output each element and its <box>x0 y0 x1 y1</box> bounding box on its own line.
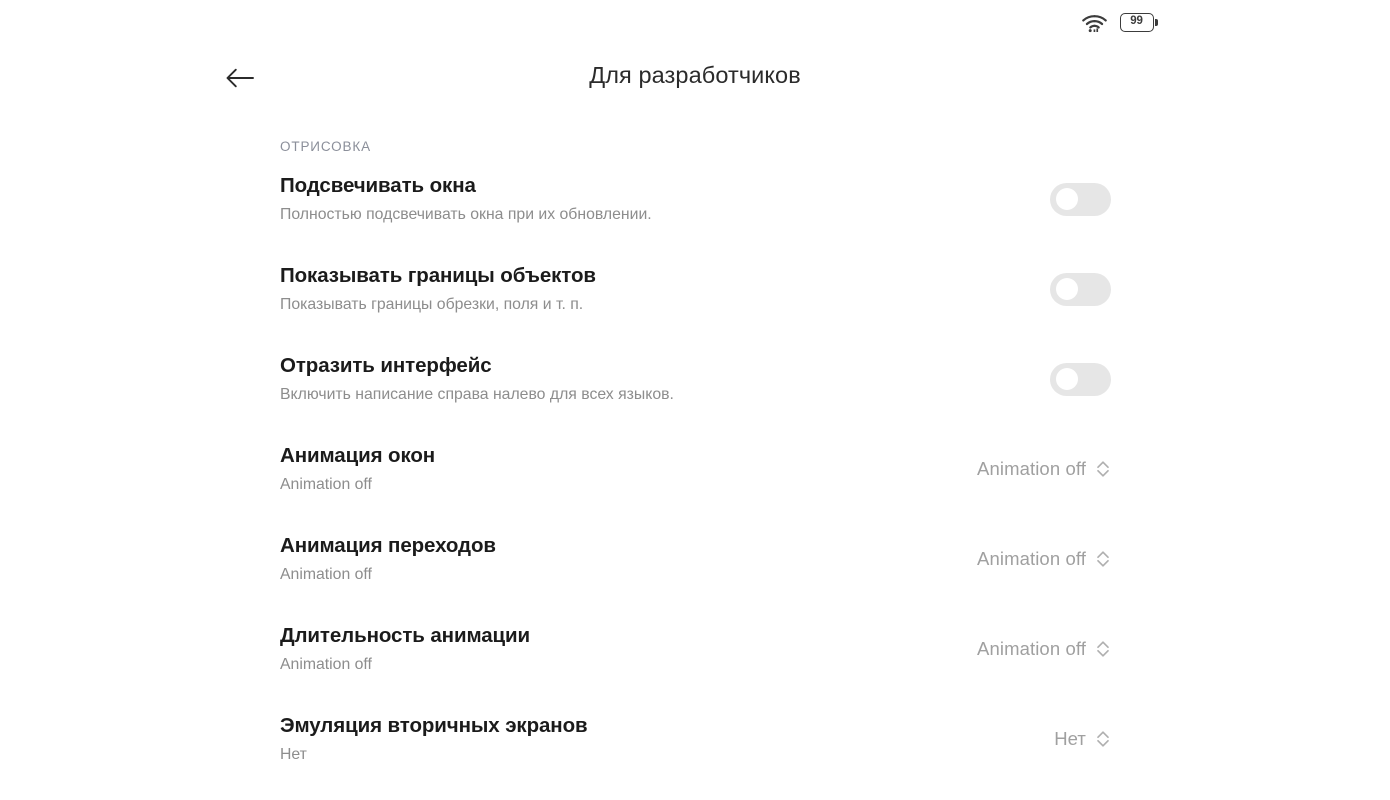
row-summary: Animation off <box>280 655 372 673</box>
row-summary: Полностью подсвечивать окна при их обнов… <box>280 205 652 223</box>
row-title: Анимация переходов <box>280 533 496 557</box>
stepper-value: Animation off <box>977 458 1086 479</box>
settings-row[interactable]: Эмуляция вторичных экранов Нет Нет <box>0 694 1390 784</box>
value-stepper[interactable]: Animation off <box>977 547 1111 571</box>
row-title: Отразить интерфейс <box>280 353 492 377</box>
section-header-drawing: ОТРИСОВКА <box>280 139 371 154</box>
row-text: Подсвечивать окна Полностью подсвечивать… <box>280 173 652 225</box>
status-bar: 99 <box>0 0 1390 44</box>
row-text: Показывать границы объектов Показывать г… <box>280 263 596 315</box>
value-stepper[interactable]: Нет <box>1054 727 1111 751</box>
settings-row[interactable]: Анимация окон Animation off Animation of… <box>0 424 1390 514</box>
settings-list: ОТРИСОВКА Подсвечивать окна Полностью по… <box>0 116 1390 784</box>
row-text: Анимация переходов Animation off <box>280 533 496 585</box>
battery-level-label: 99 <box>1130 15 1143 28</box>
row-summary: Нет <box>280 745 307 763</box>
row-summary: Animation off <box>280 565 372 583</box>
value-stepper[interactable]: Animation off <box>977 457 1111 481</box>
row-summary: Показывать границы обрезки, поля и т. п. <box>280 295 584 313</box>
wifi-icon <box>1081 12 1107 33</box>
toggle-switch[interactable] <box>1050 362 1111 396</box>
settings-row[interactable]: Отразить интерфейс Включить написание сп… <box>0 334 1390 424</box>
row-text: Анимация окон Animation off <box>280 443 435 495</box>
settings-row[interactable]: Анимация переходов Animation off Animati… <box>0 514 1390 604</box>
row-summary: Animation off <box>280 475 372 493</box>
app-bar: Для разработчиков <box>0 44 1390 116</box>
page-title: Для разработчиков <box>589 62 801 88</box>
chevron-up-down-icon[interactable] <box>1095 457 1111 481</box>
row-summary: Включить написание справа налево для все… <box>280 385 674 403</box>
battery-icon: 99 <box>1119 12 1158 32</box>
value-stepper[interactable]: Animation off <box>977 637 1111 661</box>
row-title: Длительность анимации <box>280 623 531 647</box>
row-title: Подсвечивать окна <box>280 173 476 197</box>
row-title: Анимация окон <box>280 443 436 467</box>
row-text: Длительность анимации Animation off <box>280 623 530 675</box>
row-text: Эмуляция вторичных экранов Нет <box>280 713 588 765</box>
stepper-value: Animation off <box>977 638 1086 659</box>
row-text: Отразить интерфейс Включить написание сп… <box>280 353 674 405</box>
chevron-up-down-icon[interactable] <box>1095 727 1111 751</box>
toggle-switch[interactable] <box>1050 182 1111 216</box>
settings-row[interactable]: Подсвечивать окна Полностью подсвечивать… <box>0 154 1390 244</box>
chevron-up-down-icon[interactable] <box>1095 547 1111 571</box>
row-title: Эмуляция вторичных экранов <box>280 713 588 737</box>
toggle-knob <box>1056 188 1078 210</box>
settings-row[interactable]: Показывать границы объектов Показывать г… <box>0 244 1390 334</box>
toggle-switch[interactable] <box>1050 272 1111 306</box>
toggle-knob <box>1056 278 1078 300</box>
settings-row[interactable]: Длительность анимации Animation off Anim… <box>0 604 1390 694</box>
toggle-knob <box>1056 368 1078 390</box>
stepper-value: Нет <box>1054 728 1086 749</box>
battery-cap <box>1155 18 1158 26</box>
chevron-up-down-icon[interactable] <box>1095 637 1111 661</box>
stepper-value: Animation off <box>977 548 1086 569</box>
row-title: Показывать границы объектов <box>280 263 596 287</box>
